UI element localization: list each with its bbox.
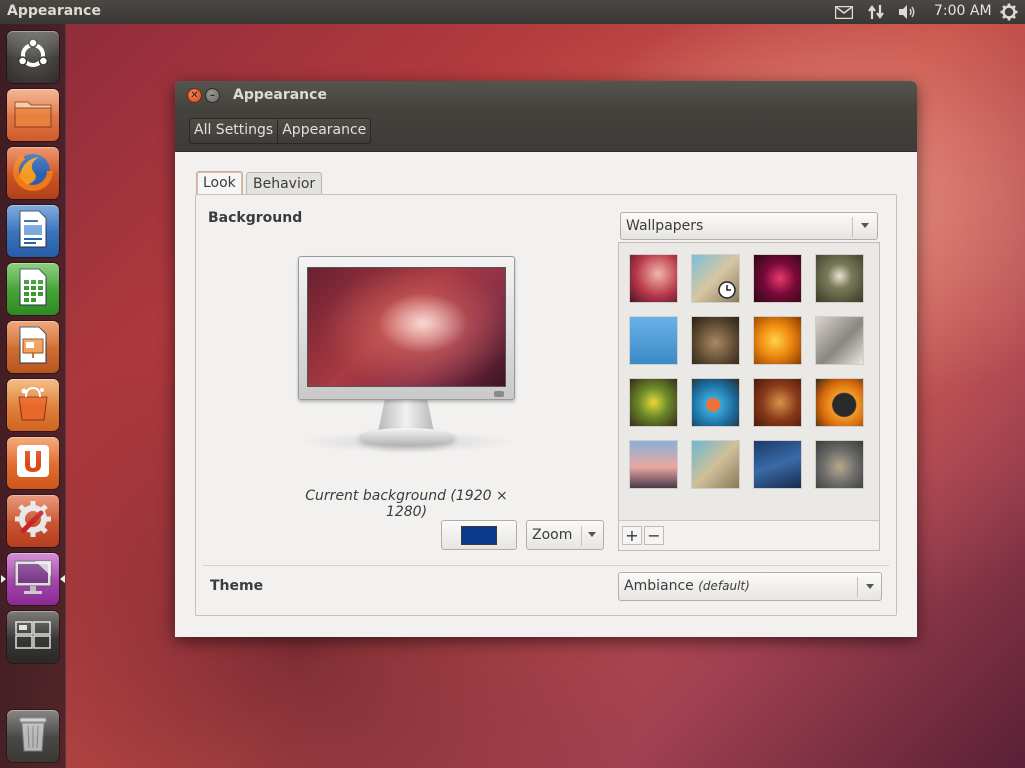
wallpaper-thumb[interactable] (691, 254, 740, 303)
background-color-button[interactable] (441, 520, 517, 550)
wallpaper-thumb[interactable] (691, 440, 740, 489)
launcher-impress[interactable] (7, 321, 59, 373)
libreoffice-writer-icon (18, 210, 48, 252)
add-wallpaper-button[interactable]: + (622, 526, 642, 545)
launcher-workspace-switcher[interactable] (7, 611, 59, 663)
background-mode-value: Zoom (532, 527, 573, 543)
section-divider (203, 565, 889, 566)
background-label: Background (208, 210, 303, 226)
launcher-software-center[interactable] (7, 379, 59, 431)
top-panel: Appearance 7:00 AM (0, 0, 1025, 24)
wallpaper-thumb[interactable] (629, 440, 678, 489)
workspaces-icon (15, 621, 51, 653)
wallpaper-thumb[interactable] (629, 254, 678, 303)
chevron-down-icon (866, 584, 874, 589)
chevron-down-icon (588, 532, 596, 537)
launcher (0, 24, 66, 768)
wallpaper-thumb[interactable] (753, 254, 802, 303)
background-mode-select[interactable]: Zoom (526, 520, 604, 550)
mail-icon[interactable] (833, 3, 855, 21)
wallpaper-thumb[interactable] (815, 254, 864, 303)
wallpaper-grid: + − (618, 242, 880, 551)
theme-value: Ambiance (default) (624, 578, 750, 594)
network-icon[interactable] (866, 3, 886, 21)
window-toolbar: All Settings Appearance (175, 109, 917, 152)
background-source-select[interactable]: Wallpapers (620, 212, 878, 240)
appearance-monitor-icon (13, 558, 53, 600)
wallpaper-thumb[interactable] (753, 440, 802, 489)
ubuntu-one-icon (15, 443, 51, 483)
libreoffice-impress-icon (18, 326, 48, 368)
wallpaper-thumb[interactable] (815, 378, 864, 427)
settings-wrench-icon (13, 499, 53, 543)
look-tab-panel: Background Current background (1920 × 12… (195, 194, 897, 616)
launcher-appearance[interactable] (7, 553, 59, 605)
breadcrumb-all-settings[interactable]: All Settings (190, 119, 277, 143)
wallpaper-grid-scroll[interactable] (619, 243, 879, 521)
monitor-frame (298, 256, 515, 400)
window-titlebar[interactable]: ✕ – Appearance (175, 81, 917, 109)
ubuntu-logo-icon (16, 38, 50, 76)
remove-wallpaper-button[interactable]: − (644, 526, 664, 545)
launcher-home-folder[interactable] (7, 89, 59, 141)
window-content: Look Behavior Background Current backgro… (175, 152, 917, 637)
appearance-window: ✕ – Appearance All Settings Appearance L… (175, 81, 917, 637)
launcher-writer[interactable] (7, 205, 59, 257)
wallpaper-thumb[interactable] (691, 316, 740, 365)
wallpaper-thumb[interactable] (753, 316, 802, 365)
wallpaper-thumb[interactable] (691, 378, 740, 427)
launcher-calc[interactable] (7, 263, 59, 315)
wallpaper-thumb[interactable] (815, 316, 864, 365)
color-swatch (461, 526, 497, 545)
current-background-caption: Current background (1920 × 1280) (305, 488, 508, 520)
launcher-trash[interactable] (7, 710, 59, 762)
launcher-dash-home[interactable] (7, 31, 59, 83)
wallpaper-thumb[interactable] (753, 378, 802, 427)
firefox-icon (13, 151, 53, 195)
clock-icon (718, 281, 736, 299)
gear-icon[interactable] (998, 3, 1020, 21)
trash-icon (18, 715, 48, 757)
libreoffice-calc-icon (18, 268, 48, 310)
minimize-icon[interactable]: – (205, 88, 220, 103)
launcher-ubuntu-one[interactable] (7, 437, 59, 489)
theme-select[interactable]: Ambiance (default) (618, 572, 882, 601)
launcher-system-settings[interactable] (7, 495, 59, 547)
close-icon[interactable]: ✕ (187, 88, 202, 103)
volume-icon[interactable] (897, 3, 919, 21)
wallpaper-thumb[interactable] (815, 440, 864, 489)
tab-behavior[interactable]: Behavior (246, 172, 323, 196)
breadcrumb: All Settings Appearance (189, 118, 372, 144)
background-source-value: Wallpapers (626, 218, 704, 234)
window-title: Appearance (233, 87, 327, 103)
wallpaper-thumb[interactable] (629, 378, 678, 427)
active-app-title: Appearance (7, 3, 101, 19)
wallpaper-grid-footer: + − (619, 521, 879, 550)
background-preview-image (307, 267, 506, 387)
breadcrumb-appearance[interactable]: Appearance (277, 119, 370, 143)
focused-indicator (60, 575, 65, 583)
running-indicator (1, 575, 6, 583)
wallpaper-thumb[interactable] (629, 316, 678, 365)
shopping-bag-icon (14, 385, 52, 425)
chevron-down-icon (861, 223, 869, 228)
tab-look[interactable]: Look (196, 171, 243, 195)
clock[interactable]: 7:00 AM (934, 3, 992, 19)
folder-icon (14, 98, 52, 132)
launcher-firefox[interactable] (7, 147, 59, 199)
theme-label: Theme (210, 578, 264, 594)
